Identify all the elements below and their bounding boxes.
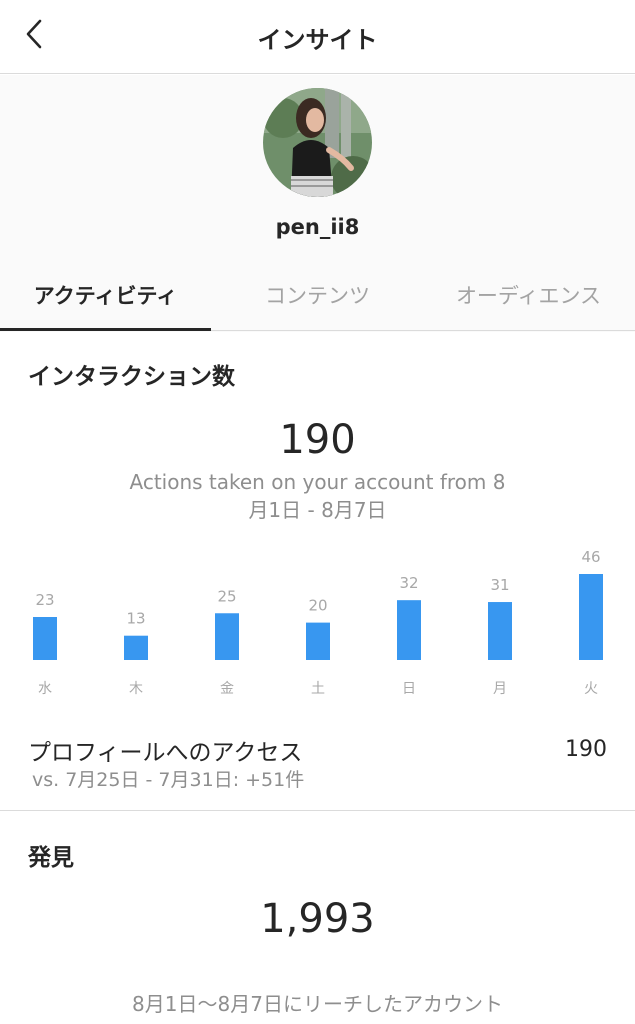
chart-value-label-3: 20: [308, 597, 327, 615]
chart-category-label-6: 火: [584, 681, 598, 697]
interactions-total: 190: [279, 417, 356, 463]
active-tab-indicator: [0, 328, 211, 331]
interactions-caption-line2: 月1日 - 8月7日: [248, 498, 387, 522]
discovery-caption: 8月1日〜8月7日にリーチしたアカウント: [132, 992, 503, 1016]
chart-category-label-3: 土: [311, 681, 325, 697]
chart-category-label-5: 月: [493, 681, 507, 697]
tab-audience[interactable]: オーディエンス: [423, 265, 634, 331]
avatar-photo: [263, 88, 372, 197]
discovery-heading: 発見: [28, 845, 74, 871]
chart-value-label-2: 25: [217, 587, 236, 605]
bar-chart-svg: 23 水 13 木 25 金 20 土 32 日 31 月 46 火: [33, 548, 603, 697]
interactions-heading: インタラクション数: [28, 364, 235, 390]
chart-category-label-4: 日: [402, 681, 416, 697]
profile-access-comparison: vs. 7月25日 - 7月31日: +51件: [32, 769, 305, 791]
profile-access-label: プロフィールへのアクセス: [28, 740, 303, 766]
insights-tabs: アクティビティ コンテンツ オーディエンス: [0, 265, 635, 331]
section-divider: [0, 810, 635, 811]
discovery-total: 1,993: [260, 896, 375, 942]
chart-bar-5[interactable]: [488, 602, 512, 660]
chart-value-label-0: 23: [35, 591, 54, 609]
chart-category-label-0: 水: [38, 681, 52, 697]
chart-category-label-1: 木: [129, 681, 143, 697]
chart-bar-4[interactable]: [397, 600, 421, 660]
chart-category-label-2: 金: [220, 681, 234, 697]
profile-username: pen_ii8: [275, 215, 360, 239]
chart-value-label-6: 46: [581, 548, 600, 566]
avatar[interactable]: [263, 88, 372, 197]
chart-value-label-1: 13: [126, 610, 145, 628]
chart-bar-2[interactable]: [215, 613, 239, 660]
profile-access-value: 190: [565, 737, 607, 762]
tab-activity[interactable]: アクティビティ: [0, 265, 211, 331]
top-bar: インサイト: [0, 0, 635, 74]
interactions-caption-line1: Actions taken on your account from 8: [129, 470, 506, 494]
daily-interactions-chart: 23 水 13 木 25 金 20 土 32 日 31 月 46 火: [0, 540, 635, 710]
chart-bar-3[interactable]: [306, 622, 330, 660]
chart-bar-1[interactable]: [124, 635, 148, 660]
page-title: インサイト: [257, 26, 378, 54]
tab-content[interactable]: コンテンツ: [212, 265, 423, 331]
chart-bar-0[interactable]: [33, 617, 57, 660]
chart-value-label-5: 31: [490, 576, 509, 594]
chart-bar-6[interactable]: [579, 574, 603, 660]
chart-value-label-4: 32: [399, 574, 418, 592]
